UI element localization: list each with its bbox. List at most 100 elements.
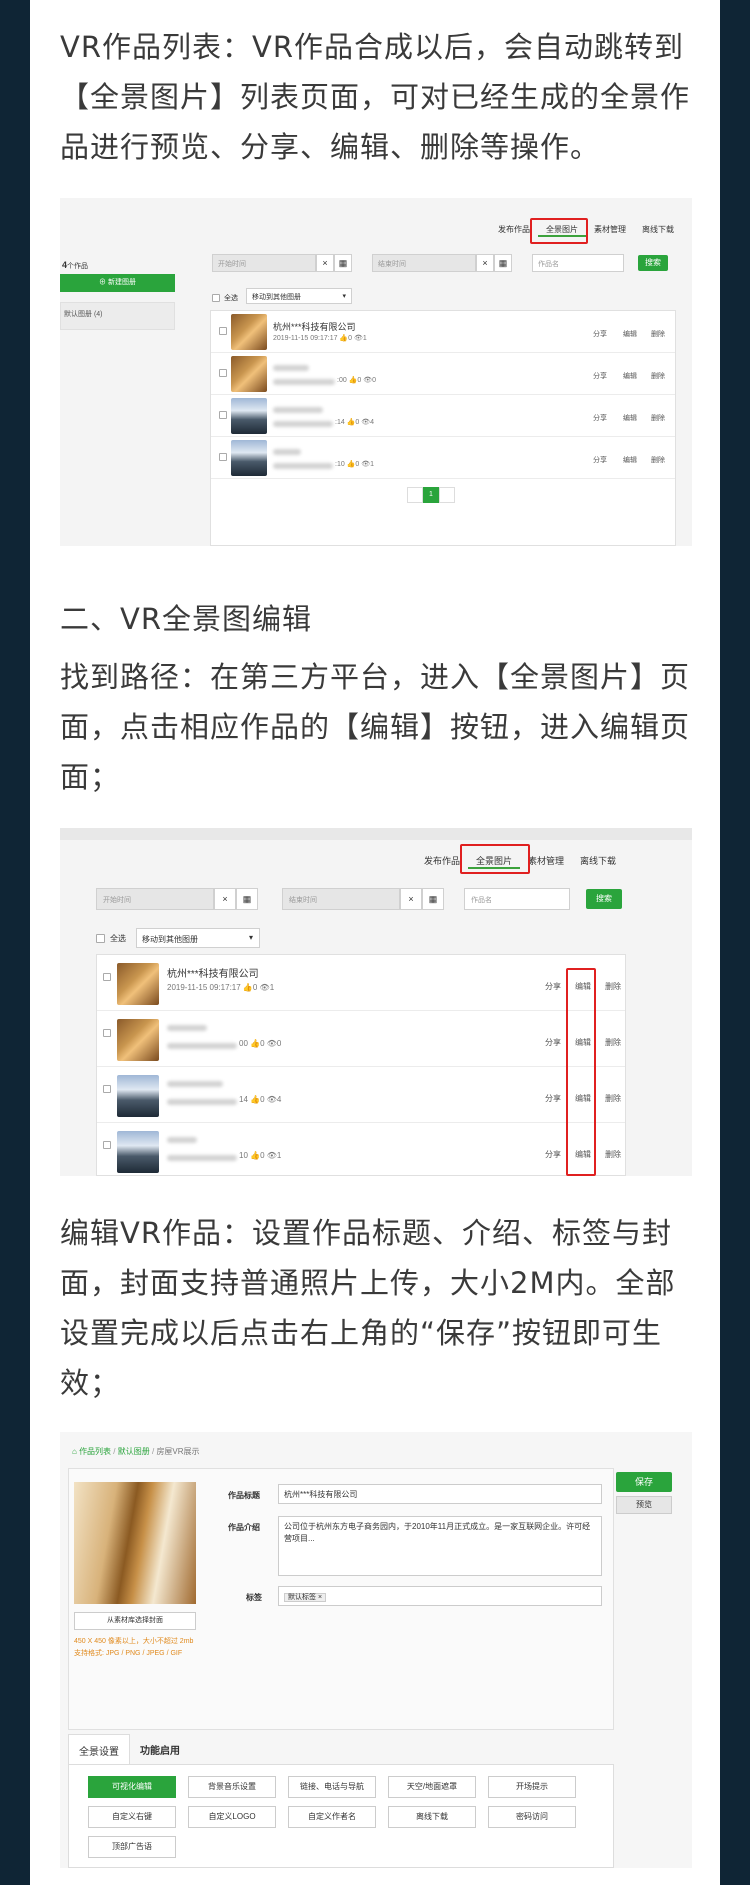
search-button[interactable]: 搜索: [638, 255, 668, 271]
calendar-icon[interactable]: ▦: [334, 254, 352, 272]
top-ad-button[interactable]: 顶部广告语: [88, 1836, 176, 1858]
delete-link[interactable]: 删除: [651, 455, 665, 465]
row-checkbox[interactable]: [103, 1029, 111, 1037]
tab-feature-enable[interactable]: 功能启用: [130, 1734, 190, 1766]
cover-thumbnail[interactable]: [231, 356, 267, 392]
row-checkbox[interactable]: [219, 411, 227, 419]
custom-logo-button[interactable]: 自定义LOGO: [188, 1806, 276, 1828]
choose-cover-button[interactable]: 从素材库选择封面: [74, 1612, 196, 1630]
sky-ground-mask-button[interactable]: 天空/地面遮罩: [388, 1776, 476, 1798]
blurred-date: [167, 1155, 237, 1161]
link-phone-nav-button[interactable]: 链接、电话与导航: [288, 1776, 376, 1798]
paragraph-line: 面，封面支持普通照片上传，大小2M内。全部: [60, 1266, 676, 1300]
delete-link[interactable]: 删除: [651, 413, 665, 423]
work-name-input[interactable]: 作品名: [532, 254, 624, 272]
share-link[interactable]: 分享: [545, 981, 561, 992]
opening-tip-button[interactable]: 开场提示: [488, 1776, 576, 1798]
screenshot-edit-form: ⌂ 作品列表 / 默认图册 / 房屋VR展示 从素材库选择封面 450 X 45…: [60, 1432, 692, 1868]
row-checkbox[interactable]: [103, 1141, 111, 1149]
work-name-input[interactable]: 作品名: [464, 888, 570, 910]
delete-link[interactable]: 删除: [605, 1149, 621, 1160]
settings-tabs: 全景设置 功能启用: [68, 1734, 190, 1766]
page-prev[interactable]: [407, 487, 423, 503]
share-link[interactable]: 分享: [545, 1037, 561, 1048]
list-item: 14 👍0 👁4 分享 编辑 删除: [97, 1067, 625, 1123]
bg-music-button[interactable]: 背景音乐设置: [188, 1776, 276, 1798]
cover-thumbnail[interactable]: [117, 963, 159, 1005]
work-title[interactable]: 杭州***科技有限公司: [273, 320, 356, 333]
delete-link[interactable]: 删除: [605, 1037, 621, 1048]
share-link[interactable]: 分享: [593, 455, 607, 465]
row-checkbox[interactable]: [219, 369, 227, 377]
page-next[interactable]: [439, 487, 455, 503]
select-all-checkbox[interactable]: [96, 934, 105, 943]
select-all-checkbox[interactable]: [212, 294, 220, 302]
end-time-input[interactable]: 结束时间: [372, 254, 476, 272]
share-link[interactable]: 分享: [545, 1149, 561, 1160]
edit-link[interactable]: 编辑: [623, 413, 637, 423]
work-meta: 10 👍0 👁1: [239, 1151, 282, 1160]
album-item[interactable]: 默认图册 (4): [60, 302, 175, 330]
calendar-icon[interactable]: ▦: [422, 888, 444, 910]
tab-offline-download[interactable]: 离线下载: [634, 224, 682, 237]
blurred-date: [167, 1043, 237, 1049]
move-album-select[interactable]: 移动到其他图册 ▾: [136, 928, 260, 948]
delete-link[interactable]: 删除: [651, 371, 665, 381]
save-button[interactable]: 保存: [616, 1472, 672, 1492]
end-time-input[interactable]: 结束时间: [282, 888, 400, 910]
share-link[interactable]: 分享: [593, 371, 607, 381]
delete-link[interactable]: 删除: [605, 1093, 621, 1104]
title-input[interactable]: 杭州***科技有限公司: [278, 1484, 602, 1504]
row-checkbox[interactable]: [219, 327, 227, 335]
tab-materials[interactable]: 素材管理: [586, 224, 634, 237]
tag-chip[interactable]: 默认标签 ×: [284, 1593, 327, 1602]
start-time-input[interactable]: 开始时间: [96, 888, 214, 910]
breadcrumb-item[interactable]: 作品列表: [79, 1447, 111, 1456]
article-page: VR作品列表：VR作品合成以后，会自动跳转到 【全景图片】列表页面，可对已经生成…: [30, 0, 720, 1885]
cover-thumbnail[interactable]: [231, 398, 267, 434]
tab-offline-download[interactable]: 离线下载: [572, 854, 624, 869]
new-album-button[interactable]: ⊕ 新建图册: [60, 274, 175, 292]
start-time-input[interactable]: 开始时间: [212, 254, 316, 272]
cover-thumbnail[interactable]: [117, 1131, 159, 1173]
preview-button[interactable]: 预览: [616, 1496, 672, 1514]
breadcrumb-item[interactable]: 默认图册: [118, 1447, 150, 1456]
page-current[interactable]: 1: [423, 487, 439, 503]
cover-image[interactable]: [74, 1482, 196, 1604]
home-icon: ⌂: [72, 1447, 80, 1456]
cover-thumbnail[interactable]: [231, 314, 267, 350]
password-access-button[interactable]: 密码访问: [488, 1806, 576, 1828]
calendar-icon[interactable]: ▦: [236, 888, 258, 910]
list-item: :10 👍0 👁1 分享 编辑 删除: [211, 437, 675, 479]
edit-link[interactable]: 编辑: [623, 371, 637, 381]
tag-input[interactable]: 默认标签 ×: [278, 1586, 602, 1606]
clear-icon[interactable]: ×: [400, 888, 422, 910]
work-title[interactable]: 杭州***科技有限公司: [167, 965, 259, 980]
clear-icon[interactable]: ×: [476, 254, 494, 272]
share-link[interactable]: 分享: [593, 329, 607, 339]
delete-link[interactable]: 删除: [651, 329, 665, 339]
visual-edit-button[interactable]: 可视化编辑: [88, 1776, 176, 1798]
share-link[interactable]: 分享: [593, 413, 607, 423]
edit-link[interactable]: 编辑: [623, 455, 637, 465]
blurred-date: [167, 1099, 237, 1105]
custom-author-button[interactable]: 自定义作者名: [288, 1806, 376, 1828]
clear-icon[interactable]: ×: [214, 888, 236, 910]
row-checkbox[interactable]: [219, 453, 227, 461]
row-checkbox[interactable]: [103, 973, 111, 981]
tab-global-settings[interactable]: 全景设置: [68, 1734, 130, 1766]
row-checkbox[interactable]: [103, 1085, 111, 1093]
offline-download-button[interactable]: 离线下载: [388, 1806, 476, 1828]
cover-thumbnail[interactable]: [117, 1075, 159, 1117]
custom-right-click-button[interactable]: 自定义右键: [88, 1806, 176, 1828]
move-album-select[interactable]: 移动到其他图册 ▾: [246, 288, 352, 304]
calendar-icon[interactable]: ▦: [494, 254, 512, 272]
search-button[interactable]: 搜索: [586, 889, 622, 909]
clear-icon[interactable]: ×: [316, 254, 334, 272]
intro-textarea[interactable]: 公司位于杭州东方电子商务园内，于2010年11月正式成立。是一家互联网企业。许可…: [278, 1516, 602, 1576]
cover-thumbnail[interactable]: [231, 440, 267, 476]
share-link[interactable]: 分享: [545, 1093, 561, 1104]
cover-thumbnail[interactable]: [117, 1019, 159, 1061]
delete-link[interactable]: 删除: [605, 981, 621, 992]
edit-link[interactable]: 编辑: [623, 329, 637, 339]
